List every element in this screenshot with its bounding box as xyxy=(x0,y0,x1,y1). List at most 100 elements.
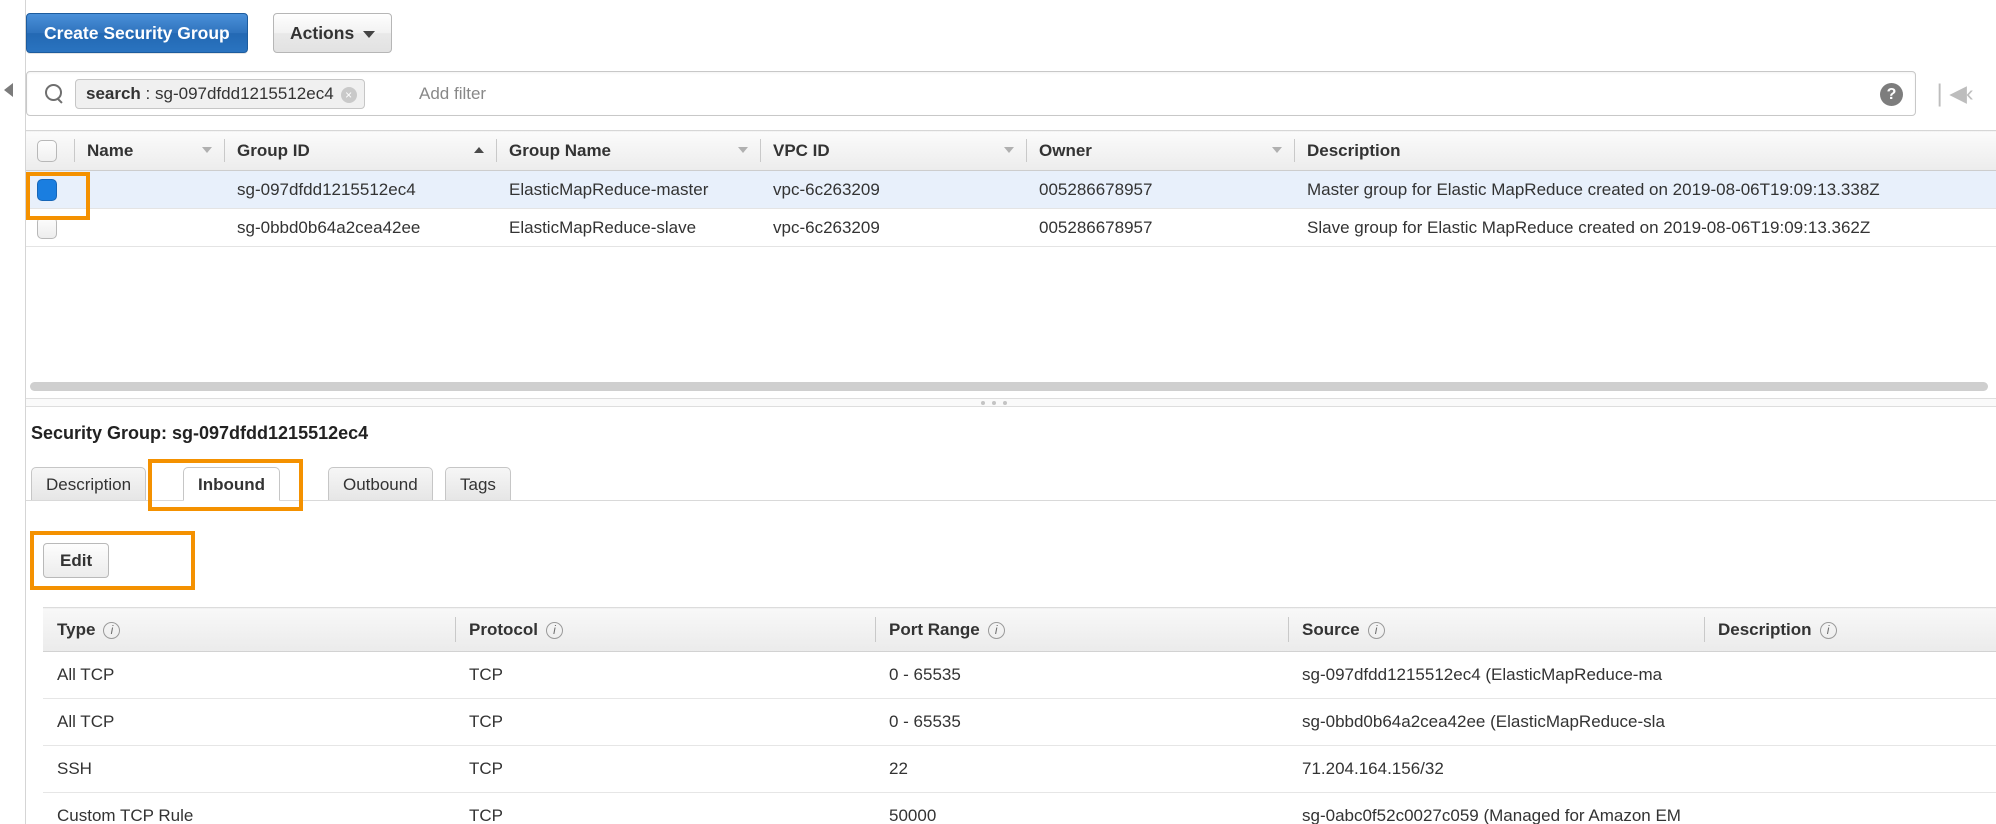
rule-cell-type: All TCP xyxy=(43,698,455,746)
cell-owner: 005286678957 xyxy=(1026,208,1294,247)
info-icon[interactable]: i xyxy=(1367,621,1385,639)
rules-header-row: Type i Protocol i Port Range i Source i Desc… xyxy=(43,607,1996,652)
column-header-vpc-id-label: VPC ID xyxy=(773,140,830,160)
rule-cell-port-range: 50000 xyxy=(875,792,1288,824)
column-header-group-name-label: Group Name xyxy=(509,140,612,160)
rule-cell-protocol: TCP xyxy=(455,698,875,746)
rule-cell-protocol: TCP xyxy=(455,745,875,793)
detail-pane-title: Security Group: sg-097dfdd1215512ec4 xyxy=(31,423,369,443)
actions-button-label: Actions xyxy=(290,23,355,43)
sort-indicator-icon xyxy=(1272,147,1282,153)
select-all-header[interactable] xyxy=(26,130,74,171)
rules-column-port-range-label: Port Range xyxy=(889,619,980,639)
info-icon[interactable]: i xyxy=(545,621,563,639)
rules-column-description: Description i xyxy=(1704,607,1996,652)
search-icon xyxy=(45,84,64,103)
rules-column-port-range: Port Range i xyxy=(875,607,1288,652)
column-header-group-id[interactable]: Group ID xyxy=(224,130,496,171)
pagination-first-button[interactable]: ❘◀ xyxy=(1930,80,1967,107)
rules-column-type-label: Type xyxy=(57,619,96,639)
rule-row: SSH TCP 22 71.204.164.156/32 xyxy=(43,745,1996,793)
cell-vpc-id: vpc-6c263209 xyxy=(760,208,1026,247)
sort-indicator-icon xyxy=(738,147,748,153)
cell-group-name: ElasticMapReduce-master xyxy=(496,170,760,209)
info-icon[interactable]: i xyxy=(103,621,121,639)
filter-token-separator: : xyxy=(140,84,155,103)
row-select-cell[interactable] xyxy=(26,208,74,247)
column-header-description[interactable]: Description xyxy=(1294,130,1996,171)
sort-indicator-icon xyxy=(1004,147,1014,153)
column-header-group-name[interactable]: Group Name xyxy=(496,130,760,171)
cell-owner: 005286678957 xyxy=(1026,170,1294,209)
tab-tags[interactable]: Tags xyxy=(445,467,511,501)
cell-group-id: sg-097dfdd1215512ec4 xyxy=(224,170,496,209)
rule-cell-source: sg-0bbd0b64a2cea42ee (ElasticMapReduce-s… xyxy=(1288,698,1704,746)
rules-column-type: Type i xyxy=(43,607,455,652)
left-rail-bottom-segment xyxy=(0,102,26,824)
cell-description: Master group for Elastic MapReduce creat… xyxy=(1294,170,1996,209)
collapse-sidebar-icon[interactable] xyxy=(4,83,13,97)
inbound-rules-table: Type i Protocol i Port Range i Source i Desc… xyxy=(43,607,1996,824)
search-filter-token[interactable]: search : sg-097dfdd1215512ec4 × xyxy=(75,79,365,109)
grip-dot xyxy=(992,401,996,405)
grip-dot xyxy=(981,401,985,405)
clear-filter-icon[interactable]: × xyxy=(340,87,357,103)
rule-cell-description xyxy=(1704,698,1996,746)
filter-bar[interactable]: search : sg-097dfdd1215512ec4 × Add filt… xyxy=(26,71,1916,116)
rule-row: All TCP TCP 0 - 65535 sg-097dfdd1215512e… xyxy=(43,651,1996,699)
row-checkbox[interactable] xyxy=(37,178,57,201)
rule-row: Custom TCP Rule TCP 50000 sg-0abc0f52c00… xyxy=(43,792,1996,824)
cell-group-name: ElasticMapReduce-slave xyxy=(496,208,760,247)
rules-column-source-label: Source xyxy=(1302,619,1360,639)
rule-cell-protocol: TCP xyxy=(455,651,875,699)
info-icon[interactable]: i xyxy=(987,621,1005,639)
rule-cell-type: Custom TCP Rule xyxy=(43,792,455,824)
grip-dot xyxy=(1003,401,1007,405)
edit-button[interactable]: Edit xyxy=(43,543,110,578)
info-icon[interactable]: i xyxy=(1819,621,1837,639)
table-header-row: Name Group ID Group Name VPC ID Owner De… xyxy=(26,130,1996,171)
rule-row: All TCP TCP 0 - 65535 sg-0bbd0b64a2cea42… xyxy=(43,698,1996,746)
rule-cell-source: sg-0abc0f52c0027c059 (Managed for Amazon… xyxy=(1288,792,1704,824)
create-security-group-button[interactable]: Create Security Group xyxy=(26,13,248,53)
column-header-vpc-id[interactable]: VPC ID xyxy=(760,130,1026,171)
cell-name xyxy=(74,170,224,209)
tabs-underline xyxy=(26,500,1996,501)
column-header-name[interactable]: Name xyxy=(74,130,224,171)
row-checkbox[interactable] xyxy=(37,216,57,239)
select-all-checkbox[interactable] xyxy=(37,139,57,162)
tab-inbound[interactable]: Inbound xyxy=(183,467,281,501)
rule-cell-source: sg-097dfdd1215512ec4 (ElasticMapReduce-m… xyxy=(1288,651,1704,699)
filter-token-value: sg-097dfdd1215512ec4 xyxy=(155,84,334,103)
column-header-owner[interactable]: Owner xyxy=(1026,130,1294,171)
column-header-description-label: Description xyxy=(1307,140,1401,160)
pagination-previous-button[interactable]: ‹ xyxy=(1966,80,1974,107)
table-row[interactable]: sg-097dfdd1215512ec4 ElasticMapReduce-ma… xyxy=(26,170,1996,209)
cell-vpc-id: vpc-6c263209 xyxy=(760,170,1026,209)
rules-column-protocol: Protocol i xyxy=(455,607,875,652)
row-select-cell[interactable] xyxy=(26,170,74,209)
cell-name xyxy=(74,208,224,247)
actions-button[interactable]: Actions xyxy=(273,13,393,53)
column-header-group-id-label: Group ID xyxy=(237,140,310,160)
table-row[interactable]: sg-0bbd0b64a2cea42ee ElasticMapReduce-sl… xyxy=(26,208,1996,247)
rules-column-protocol-label: Protocol xyxy=(469,619,538,639)
chevron-down-icon xyxy=(363,30,376,38)
security-groups-table: Name Group ID Group Name VPC ID Owner De… xyxy=(26,130,1996,247)
rule-cell-description xyxy=(1704,745,1996,793)
cell-group-id: sg-0bbd0b64a2cea42ee xyxy=(224,208,496,247)
rule-cell-type: All TCP xyxy=(43,651,455,699)
cell-description: Slave group for Elastic MapReduce create… xyxy=(1294,208,1996,247)
help-icon[interactable]: ? xyxy=(1880,83,1903,106)
horizontal-scrollbar-thumb[interactable] xyxy=(30,382,1988,391)
sort-indicator-icon xyxy=(202,147,212,153)
tab-outbound[interactable]: Outbound xyxy=(328,467,433,501)
left-rail-top-segment xyxy=(0,0,26,78)
rule-cell-description xyxy=(1704,792,1996,824)
add-filter-input[interactable]: Add filter xyxy=(419,84,486,104)
rule-cell-source: 71.204.164.156/32 xyxy=(1288,745,1704,793)
column-header-owner-label: Owner xyxy=(1039,140,1092,160)
tab-description[interactable]: Description xyxy=(31,467,147,501)
rule-cell-description xyxy=(1704,651,1996,699)
splitter-grip-handle[interactable] xyxy=(981,401,1015,406)
